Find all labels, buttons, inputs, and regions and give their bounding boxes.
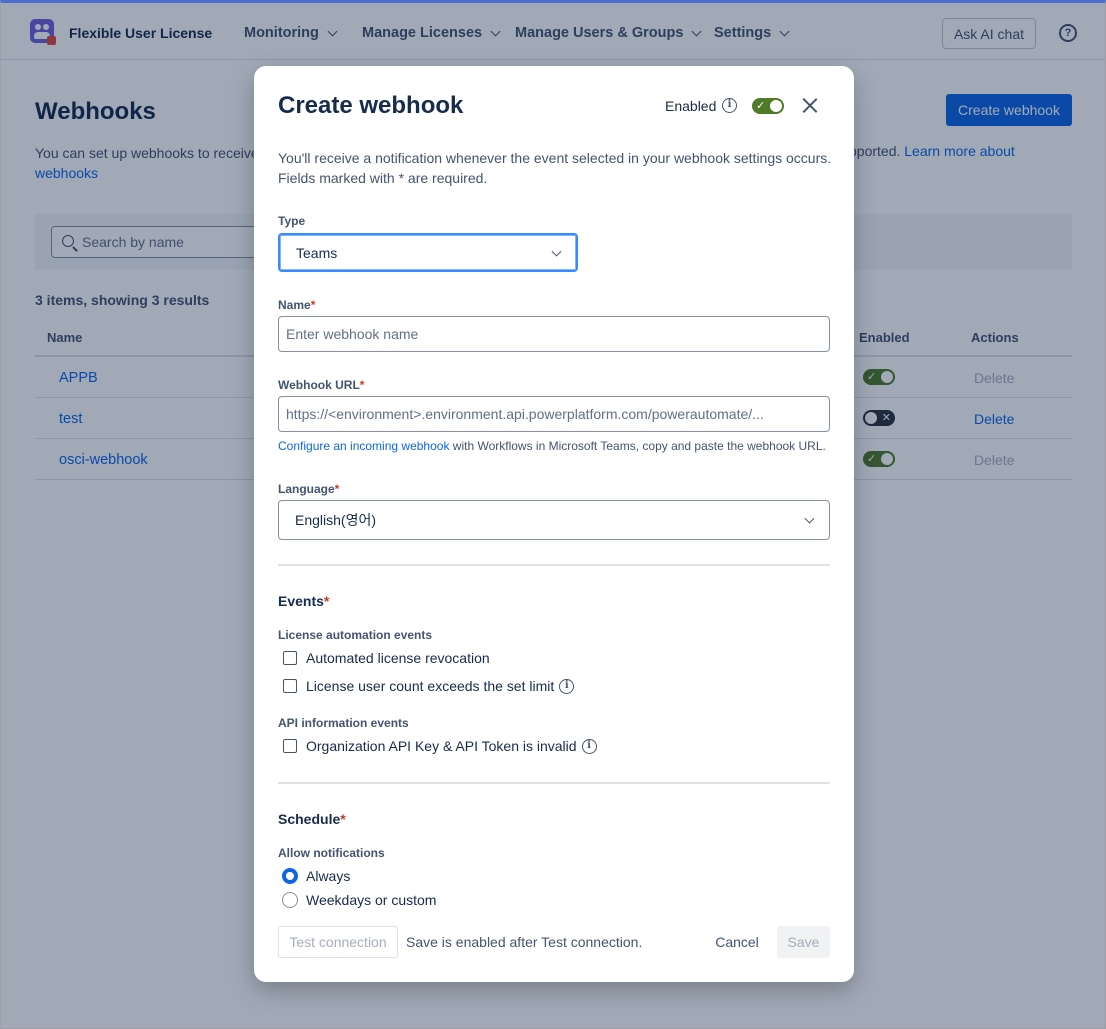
- close-icon[interactable]: [802, 97, 818, 113]
- modal-title: Create webhook: [278, 92, 464, 119]
- event-label: Automated license revocation: [306, 650, 490, 666]
- api-events-label: API information events: [278, 716, 409, 730]
- event-label: Organization API Key & API Token is inva…: [306, 738, 577, 754]
- schedule-option-weekdays[interactable]: Weekdays or custom: [282, 892, 436, 908]
- helper-text: with Workflows in Microsoft Teams, copy …: [449, 439, 826, 453]
- create-webhook-modal: Create webhook Enabled i ✓ You'll receiv…: [254, 66, 854, 982]
- chevron-down-icon: [804, 513, 815, 524]
- required-mark: *: [340, 811, 346, 827]
- name-placeholder: Enter webhook name: [286, 326, 419, 342]
- test-connection-button[interactable]: Test connection: [278, 926, 398, 958]
- license-events-label: License automation events: [278, 628, 433, 642]
- url-helper-text: Configure an incoming webhook with Workf…: [278, 439, 826, 453]
- app-window: Flexible User License Monitoring Manage …: [0, 0, 1106, 1029]
- label-text: Language: [278, 482, 335, 496]
- description-line: You'll receive a notification whenever t…: [278, 150, 832, 166]
- checkbox[interactable]: [283, 679, 297, 693]
- required-mark: *: [310, 298, 316, 312]
- webhook-url-label: Webhook URL*: [278, 378, 364, 392]
- url-placeholder: https://<environment>.environment.api.po…: [286, 406, 764, 422]
- language-value: English(영어): [295, 512, 377, 528]
- checkbox[interactable]: [283, 651, 297, 665]
- modal-description: You'll receive a notification whenever t…: [278, 148, 834, 188]
- event-label: License user count exceeds the set limit: [306, 678, 555, 694]
- schedule-title: Schedule*: [278, 811, 346, 827]
- enabled-label: Enabled: [665, 98, 717, 114]
- webhook-name-field[interactable]: Enter webhook name: [278, 316, 830, 352]
- language-select[interactable]: English(영어): [278, 500, 830, 540]
- required-mark: *: [334, 482, 340, 496]
- radio-button[interactable]: [282, 892, 298, 908]
- type-label: Type: [278, 214, 306, 228]
- name-label: Name*: [278, 298, 315, 312]
- check-icon: ✓: [756, 100, 766, 112]
- event-checkbox-row[interactable]: License user count exceeds the set limit…: [283, 678, 575, 694]
- type-value: Teams: [296, 244, 338, 261]
- required-mark: *: [323, 593, 330, 609]
- save-note: Save is enabled after Test connection.: [406, 934, 643, 950]
- radio-button[interactable]: [282, 868, 298, 884]
- radio-label: Always: [306, 868, 351, 884]
- section-title-text: Schedule: [278, 811, 341, 827]
- webhook-url-field[interactable]: https://<environment>.environment.api.po…: [278, 396, 830, 432]
- section-title-text: Events: [278, 593, 324, 609]
- label-text: Webhook URL: [278, 378, 360, 392]
- configure-webhook-link[interactable]: Configure an incoming webhook: [278, 439, 449, 453]
- allow-notifications-label: Allow notifications: [278, 846, 385, 860]
- info-icon[interactable]: i: [581, 738, 597, 754]
- enabled-toggle[interactable]: ✓: [752, 98, 784, 114]
- cancel-button[interactable]: Cancel: [706, 926, 768, 958]
- info-icon[interactable]: i: [722, 98, 737, 113]
- label-text: Name: [278, 298, 311, 312]
- type-select[interactable]: Teams: [278, 233, 578, 272]
- language-label: Language*: [278, 482, 339, 496]
- section-divider: [278, 782, 830, 784]
- description-line: Fields marked with * are required.: [278, 170, 488, 186]
- section-divider: [278, 564, 830, 566]
- schedule-option-always[interactable]: Always: [282, 868, 350, 884]
- radio-label: Weekdays or custom: [306, 892, 437, 908]
- events-title: Events*: [278, 593, 329, 609]
- required-mark: *: [359, 378, 365, 392]
- chevron-down-icon: [551, 246, 562, 257]
- event-checkbox-row[interactable]: Organization API Key & API Token is inva…: [283, 738, 597, 754]
- info-icon[interactable]: i: [559, 678, 575, 694]
- save-button[interactable]: Save: [777, 926, 830, 958]
- checkbox[interactable]: [283, 739, 297, 753]
- event-checkbox-row[interactable]: Automated license revocation: [283, 650, 490, 666]
